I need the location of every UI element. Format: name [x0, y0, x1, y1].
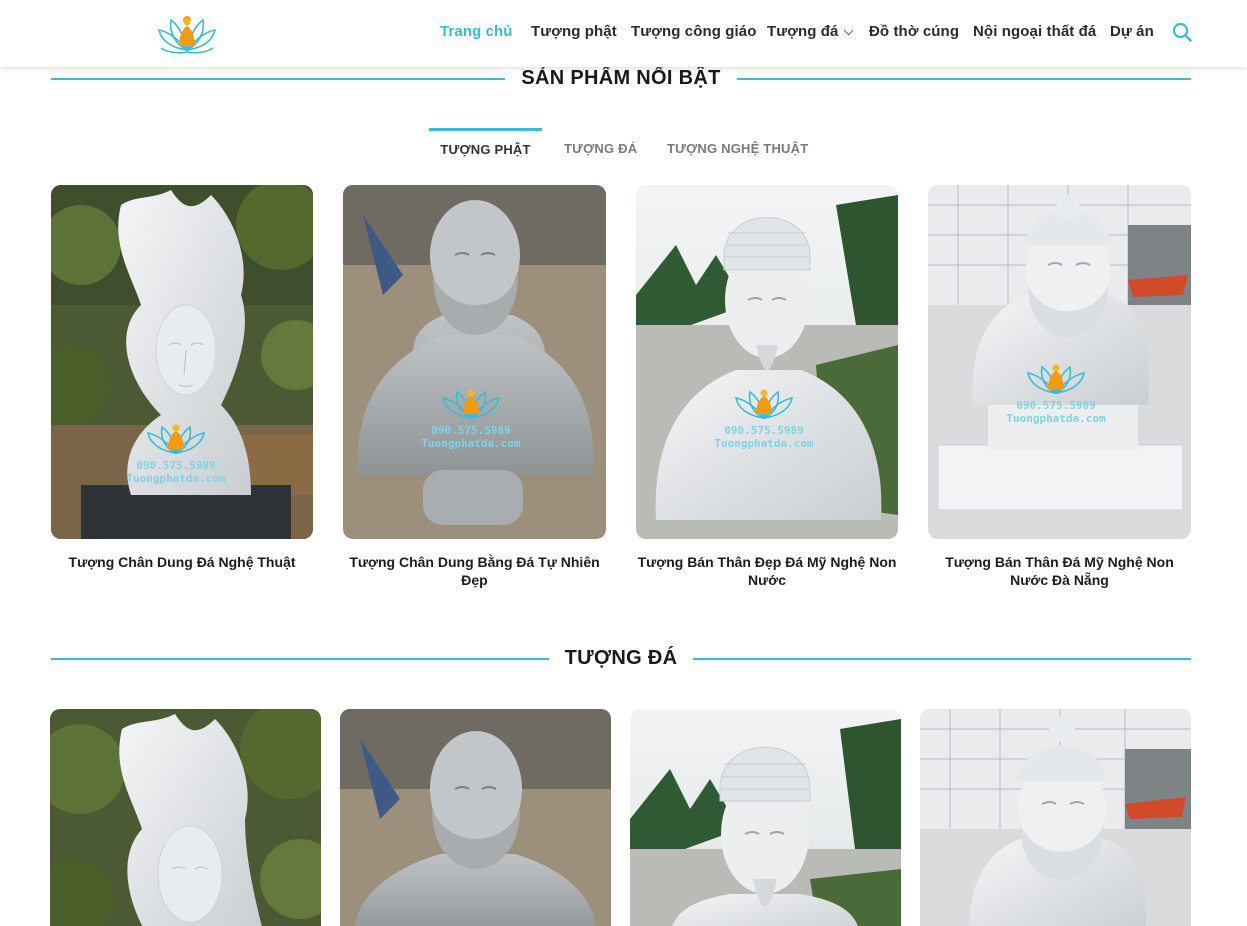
product-card[interactable] — [630, 709, 901, 926]
product-image[interactable]: 090.575.5989 Tuongphatda.com — [51, 185, 313, 539]
product-image[interactable]: 090.575.5989 Tuongphatda.com — [636, 185, 898, 539]
watermark-site: Tuongphatda.com — [421, 437, 521, 450]
product-image[interactable] — [50, 709, 321, 926]
product-image[interactable]: 090.575.5989 Tuongphatda.com — [928, 185, 1191, 539]
product-card[interactable]: 090.575.5989 Tuongphatda.com Tượng Bán Th… — [928, 185, 1191, 595]
product-card[interactable]: 090.575.5989 Tuongphatda.com Tượng Chân D… — [343, 185, 606, 595]
nav-catholic-statues[interactable]: Tượng công giáo — [631, 23, 757, 40]
watermark-site: Tuongphatda.com — [1006, 412, 1106, 425]
logo-lotus-buddha-icon[interactable] — [157, 8, 217, 58]
nav-worship-items[interactable]: Đồ thờ cúng — [869, 23, 959, 40]
product-card[interactable]: 090.575.5989 Tuongphatda.com Tượng Bán Th… — [636, 185, 898, 595]
nav-stone-furniture[interactable]: Nội ngoại thất đá — [973, 23, 1096, 40]
watermark-phone: 090.575.5989 — [724, 424, 803, 437]
nav-stone-statues[interactable]: Tượng đá — [767, 23, 854, 40]
watermark-site: Tuongphatda.com — [714, 437, 814, 450]
stone-heading: TƯỢNG ĐÁ — [548, 647, 694, 669]
tab-stone-statues[interactable]: TƯỢNG ĐÁ — [564, 128, 637, 164]
nav-buddha-statues[interactable]: Tượng phật — [531, 23, 617, 40]
product-image[interactable] — [920, 709, 1191, 926]
tab-buddha-statues[interactable]: TƯỢNG PHẬT — [429, 128, 542, 164]
product-image[interactable] — [630, 709, 901, 926]
chevron-down-icon — [843, 25, 854, 36]
product-name[interactable]: Tượng Chân Dung Đá Nghệ Thuật — [51, 553, 313, 571]
product-name[interactable]: Tượng Bán Thân Đá Mỹ Nghệ Non Nước Đà Nẵ… — [928, 553, 1191, 589]
product-image[interactable] — [340, 709, 611, 926]
watermark-phone: 090.575.5989 — [136, 459, 215, 472]
product-card[interactable] — [50, 709, 321, 926]
featured-heading: SẢN PHẨM NỔI BẬT — [505, 67, 737, 89]
watermark-phone: 090.575.5989 — [1016, 399, 1095, 412]
product-card[interactable] — [920, 709, 1191, 926]
nav-home[interactable]: Trang chủ — [440, 23, 513, 40]
nav-projects[interactable]: Dự án — [1110, 23, 1154, 40]
nav-stone-statues-label: Tượng đá — [767, 23, 839, 40]
search-icon[interactable] — [1172, 22, 1192, 42]
product-image[interactable]: 090.575.5989 Tuongphatda.com — [343, 185, 606, 539]
product-name[interactable]: Tượng Bán Thân Đẹp Đá Mỹ Nghệ Non Nước — [636, 553, 898, 589]
featured-section-title: SẢN PHẨM NỔI BẬT — [51, 67, 1191, 91]
product-card[interactable] — [340, 709, 611, 926]
stone-section-title: TƯỢNG ĐÁ — [51, 647, 1191, 671]
site-header: Trang chủ Tượng phật Tượng công giáo Tượ… — [0, 0, 1247, 67]
product-card[interactable]: 090.575.5989 Tuongphatda.com Tượng Chân D… — [51, 185, 313, 595]
watermark-phone: 090.575.5989 — [431, 424, 510, 437]
product-name[interactable]: Tượng Chân Dung Bằng Đá Tự Nhiên Đẹp — [343, 553, 606, 589]
watermark-site: Tuongphatda.com — [126, 472, 226, 485]
tab-art-statues[interactable]: TƯỢNG NGHỆ THUẬT — [667, 128, 808, 164]
product-tabs: TƯỢNG PHẬT TƯỢNG ĐÁ TƯỢNG NGHỆ THUẬT — [0, 128, 1247, 164]
